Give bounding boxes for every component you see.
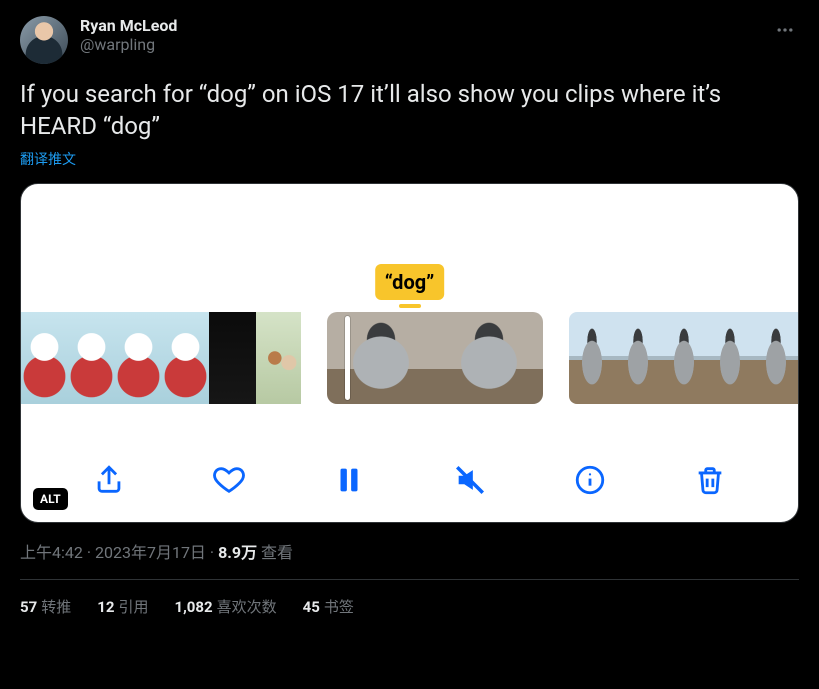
avatar[interactable] [20,16,68,64]
pause-button[interactable] [329,460,369,500]
tweet-text: If you search for “dog” on iOS 17 it’ll … [20,78,799,143]
frame-thumbnail [327,312,435,404]
more-options-button[interactable] [771,16,799,48]
retweets-stat[interactable]: 57转推 [20,596,71,617]
share-icon [92,463,126,497]
bookmarks-stat[interactable]: 45书签 [303,596,354,617]
frame-thumbnail [615,312,661,404]
author-handle[interactable]: @warpling [80,35,759,54]
heart-icon [212,463,246,497]
frame-thumbnail [256,312,301,404]
author-name[interactable]: Ryan McLeod [80,16,759,35]
clip-group-2-active [327,312,543,404]
frame-thumbnail [435,312,543,404]
frame-thumbnail [661,312,707,404]
media-whitespace [21,184,798,264]
info-button[interactable] [570,460,610,500]
frame-thumbnail [753,312,798,404]
clip-group-1 [21,312,301,404]
tweet-date[interactable]: 2023年7月17日 [95,543,206,562]
tweet-meta: 上午4:42 2023年7月17日 8.9万 查看 [20,539,799,563]
author-block: Ryan McLeod @warpling [80,16,759,54]
frame-thumbnail [162,312,209,404]
tweet-stats: 57转推 12引用 1,082喜欢次数 45书签 [20,580,799,617]
video-scrubber[interactable] [21,312,798,404]
views-count: 8.9万 [218,543,257,562]
pause-icon [332,463,366,497]
translate-link[interactable]: 翻译推文 [20,149,76,169]
frame-thumbnail [569,312,615,404]
frame-thumbnail [209,312,256,404]
speaker-muted-icon [453,463,487,497]
alt-badge[interactable]: ALT [33,488,68,510]
likes-stat[interactable]: 1,082喜欢次数 [174,596,276,617]
frame-thumbnail [707,312,753,404]
media-toolbar [21,460,798,500]
tweet-header: Ryan McLeod @warpling [20,16,799,64]
mute-button[interactable] [450,460,490,500]
tweet-time[interactable]: 上午4:42 [20,543,83,562]
media-card[interactable]: “dog” [20,183,799,523]
trash-icon [693,463,727,497]
info-icon [573,463,607,497]
playhead-marker [399,304,421,308]
tweet-container: Ryan McLeod @warpling If you search for … [0,0,819,629]
search-term-badge: “dog” [375,264,445,300]
like-button[interactable] [209,460,249,500]
clip-group-3 [569,312,798,404]
frame-thumbnail [21,312,68,404]
delete-button[interactable] [690,460,730,500]
frame-thumbnail [115,312,162,404]
share-button[interactable] [89,460,129,500]
views-label: 查看 [261,543,293,562]
frame-thumbnail [68,312,115,404]
quotes-stat[interactable]: 12引用 [97,596,148,617]
